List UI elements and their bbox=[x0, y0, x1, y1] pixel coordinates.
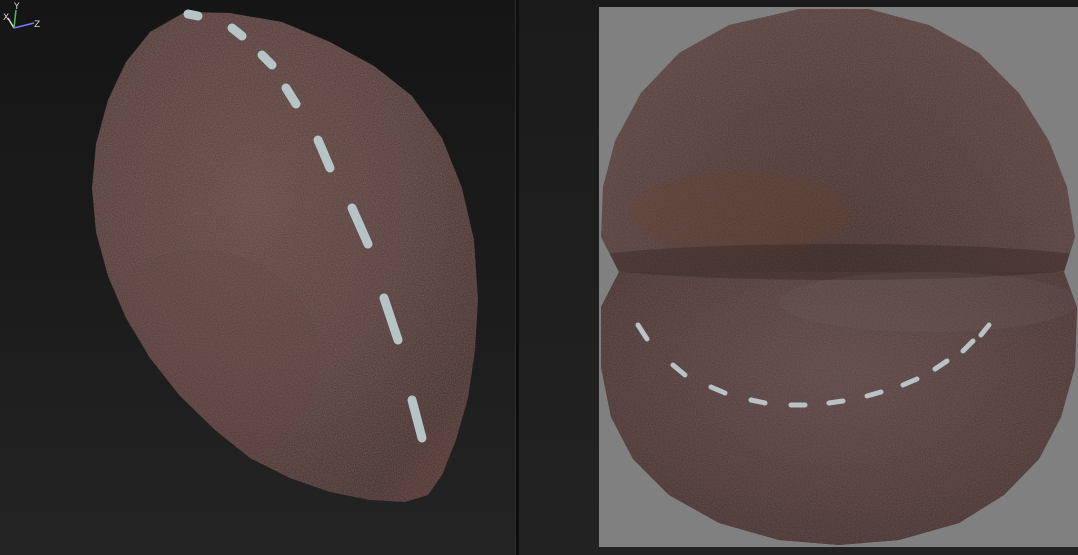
modeling-app: X Y Z bbox=[0, 0, 1078, 555]
uv-texture-render bbox=[601, 9, 1077, 545]
axis-y-label: Y bbox=[13, 2, 20, 12]
axis-gizmo-icon: X Y Z bbox=[3, 2, 40, 30]
axis-x-label: X bbox=[3, 13, 9, 23]
perspective-viewport[interactable]: X Y Z bbox=[0, 0, 515, 555]
football-mesh[interactable] bbox=[80, 0, 500, 520]
uv-canvas[interactable] bbox=[599, 7, 1078, 547]
football-render bbox=[80, 0, 500, 520]
uv-preview-viewport[interactable] bbox=[519, 0, 1078, 555]
uv-sphere-shape bbox=[601, 9, 1077, 545]
axis-z-label: Z bbox=[34, 20, 40, 30]
